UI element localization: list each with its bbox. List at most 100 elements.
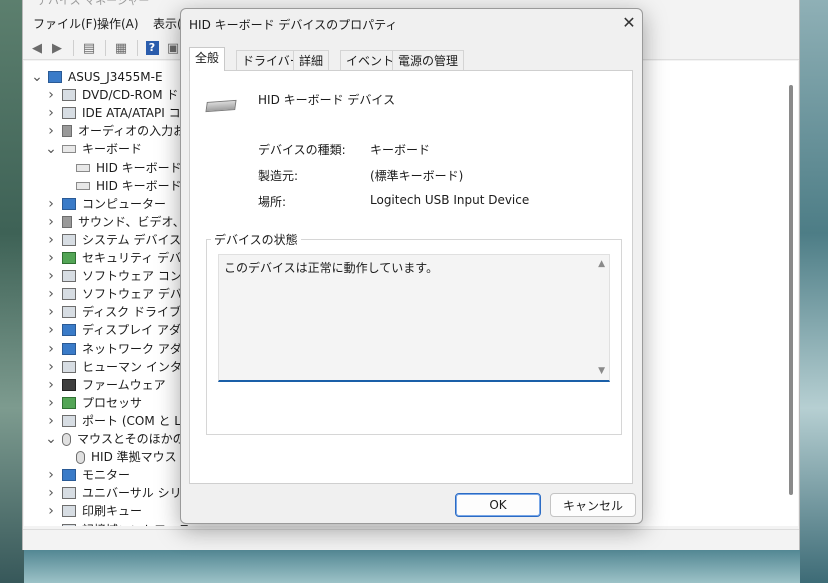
- toolbar-separator: [105, 40, 106, 56]
- mouse-icon: [76, 450, 85, 464]
- chevron-right-icon[interactable]: ›: [44, 412, 58, 430]
- tree-item-label: ファームウェア: [82, 377, 166, 392]
- toolbar-separator: [137, 40, 138, 56]
- menu-action[interactable]: 操作(A): [97, 15, 139, 32]
- disk-drive-icon: [62, 306, 76, 319]
- monitor-icon: [62, 469, 76, 482]
- keyboard-icon: [62, 145, 76, 154]
- chevron-right-icon[interactable]: ›: [44, 303, 58, 321]
- chevron-right-icon[interactable]: ›: [44, 122, 58, 140]
- tree-item[interactable]: ⌄ キーボード: [44, 140, 142, 158]
- processor-icon: [62, 396, 76, 409]
- scroll-down-icon[interactable]: ▼: [598, 366, 605, 376]
- device-status-textbox[interactable]: このデバイスは正常に動作しています。 ▲ ▼: [218, 254, 610, 382]
- tab-events[interactable]: イベント: [340, 50, 401, 70]
- back-arrow-icon[interactable]: ◀: [29, 40, 45, 56]
- chevron-down-icon[interactable]: ⌄: [44, 430, 58, 448]
- properties-dialog: HID キーボード デバイスのプロパティ ✕ 全般 ドライバー 詳細 イベント …: [180, 8, 643, 524]
- mouse-icon: [62, 432, 71, 446]
- tree-item[interactable]: › システム デバイス: [44, 231, 181, 249]
- tab-power-management[interactable]: 電源の管理: [392, 50, 465, 70]
- device-type-value: キーボード: [370, 143, 431, 157]
- chevron-right-icon[interactable]: ›: [44, 358, 58, 376]
- properties-icon[interactable]: ▦: [113, 40, 129, 56]
- tree-item[interactable]: › ファームウェア: [44, 376, 166, 394]
- help-icon[interactable]: ?: [144, 40, 160, 56]
- tree-scrollbar[interactable]: [789, 85, 793, 495]
- chevron-right-icon[interactable]: ›: [44, 340, 58, 358]
- dvd-drive-icon: [62, 89, 76, 102]
- tree-item-label: ASUS_J3455M-E: [68, 70, 163, 84]
- chevron-right-icon[interactable]: ›: [44, 231, 58, 249]
- chevron-right-icon[interactable]: ›: [44, 376, 58, 394]
- tree-item-label: HID 準拠マウス: [91, 450, 177, 465]
- device-status-text: このデバイスは正常に動作しています。: [224, 261, 439, 275]
- tree-item[interactable]: HID キーボード デ: [58, 177, 197, 195]
- tree-item[interactable]: › ディスク ドライブ: [44, 303, 181, 321]
- chevron-down-icon[interactable]: ⌄: [44, 140, 58, 158]
- tree-item-label: 印刷キュー: [82, 504, 143, 519]
- desktop-background-left: [0, 0, 24, 583]
- tree-item[interactable]: › コンピューター: [44, 195, 166, 213]
- chevron-right-icon[interactable]: ›: [44, 249, 58, 267]
- chevron-right-icon[interactable]: ›: [44, 213, 58, 231]
- cancel-button[interactable]: キャンセル: [550, 493, 636, 517]
- desktop-background-right: [800, 0, 828, 583]
- usb-icon: [62, 487, 76, 500]
- tree-item[interactable]: HID 準拠マウス: [58, 448, 177, 466]
- tree-item[interactable]: › モニター: [44, 466, 130, 484]
- minimize-icon[interactable]: —: [713, 0, 724, 4]
- display-adapter-icon: [62, 324, 76, 337]
- tree-item[interactable]: › ポート (COM と LPT: [44, 412, 196, 430]
- dialog-title: HID キーボード デバイスのプロパティ: [189, 18, 398, 32]
- chevron-right-icon[interactable]: ›: [44, 86, 58, 104]
- tree-item[interactable]: › プロセッサ: [44, 394, 142, 412]
- tree-item-label: コンピューター: [82, 196, 167, 211]
- view-icon[interactable]: ▣: [165, 40, 181, 56]
- device-status-title: デバイスの状態: [211, 231, 301, 248]
- monitor-icon: [62, 197, 76, 210]
- scroll-up-icon[interactable]: ▲: [598, 259, 605, 269]
- tab-general[interactable]: 全般: [189, 47, 226, 71]
- chevron-right-icon[interactable]: ›: [44, 521, 58, 527]
- tree-item[interactable]: HID キーボード デ: [58, 159, 197, 177]
- chevron-right-icon[interactable]: ›: [44, 502, 58, 520]
- location-value: Logitech USB Input Device: [370, 193, 530, 207]
- tree-item[interactable]: › オーディオの入力およ: [44, 122, 197, 140]
- printer-icon: [62, 505, 76, 518]
- tree-item-label: プロセッサ: [82, 395, 143, 410]
- chevron-down-icon[interactable]: ⌄: [30, 68, 44, 86]
- software-component-icon: [62, 270, 76, 283]
- tree-item[interactable]: › DVD/CD-ROM ドラ: [44, 86, 190, 104]
- chevron-right-icon[interactable]: ›: [44, 484, 58, 502]
- tree-item[interactable]: ⌄ ASUS_J3455M-E: [30, 68, 163, 86]
- chevron-right-icon[interactable]: ›: [44, 267, 58, 285]
- menu-file[interactable]: ファイル(F): [33, 15, 97, 32]
- chevron-right-icon[interactable]: ›: [44, 104, 58, 122]
- toolbar-separator: [73, 40, 74, 56]
- status-bar: [23, 529, 799, 550]
- chevron-right-icon[interactable]: ›: [44, 285, 58, 303]
- general-tab-panel: HID キーボード デバイス デバイスの種類: キーボード 製造元: (標準キー…: [189, 70, 633, 484]
- close-icon[interactable]: ✕: [617, 11, 641, 35]
- chevron-right-icon[interactable]: ›: [44, 321, 58, 339]
- keyboard-device-icon: [205, 99, 237, 113]
- tree-item[interactable]: › IDE ATA/ATAPI コン: [44, 104, 192, 122]
- chevron-right-icon[interactable]: ›: [44, 394, 58, 412]
- tab-details[interactable]: 詳細: [293, 50, 330, 70]
- keyboard-icon: [76, 163, 90, 172]
- tree-item[interactable]: › 印刷キュー: [44, 502, 142, 520]
- storage-controller-icon: [62, 523, 76, 526]
- show-hide-tree-icon[interactable]: ▤: [81, 40, 97, 56]
- ok-button[interactable]: OK: [455, 493, 541, 517]
- tree-item[interactable]: ›記憶域コントローラー: [44, 521, 202, 527]
- tree-item[interactable]: ⌄ マウスとそのほかのポ: [44, 430, 197, 448]
- chevron-right-icon[interactable]: ›: [44, 195, 58, 213]
- menu-view[interactable]: 表示(: [153, 15, 182, 32]
- tree-item-label: マウスとそのほかのポ: [77, 432, 197, 446]
- chevron-right-icon[interactable]: ›: [44, 466, 58, 484]
- tree-item-label: ポート (COM と LPT: [82, 413, 196, 428]
- tree-item-label: DVD/CD-ROM ドラ: [82, 88, 191, 103]
- forward-arrow-icon[interactable]: ▶: [49, 40, 65, 56]
- device-manager-title: デバイス マネージャー: [37, 0, 150, 7]
